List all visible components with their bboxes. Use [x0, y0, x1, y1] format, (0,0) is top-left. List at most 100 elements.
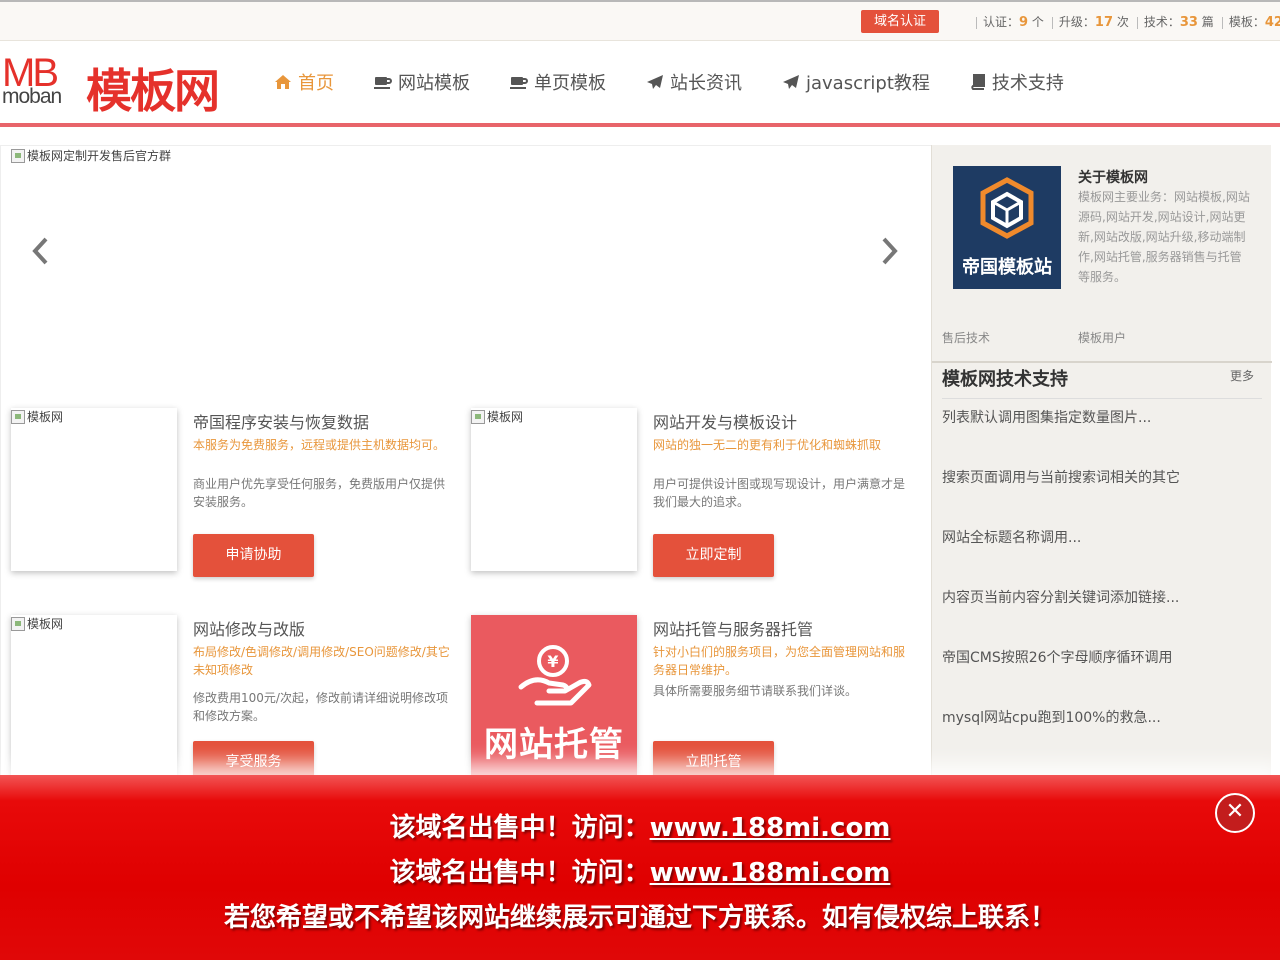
logo-cn: 模板网: [86, 64, 220, 118]
hosting-image-text: 网站托管: [484, 725, 624, 765]
divider: [1051, 16, 1053, 29]
nav-label: javascript教程: [806, 73, 930, 94]
site-stats: 认证：9 个升级：17 次技术：33 篇模板：42 套: [976, 13, 1280, 30]
article-link[interactable]: 内容页当前内容分割关键词添加链接...: [942, 588, 1182, 609]
stat-label: 升级：: [1058, 15, 1095, 29]
nav-website-templates[interactable]: 网站模板: [374, 69, 470, 95]
divider: [976, 16, 977, 29]
support-heading: 模板网技术支持: [942, 369, 1068, 390]
nav-single-page-templates[interactable]: 单页模板: [510, 69, 606, 95]
yuan-hand-icon: ¥: [518, 645, 592, 706]
cube-logo-icon: [980, 177, 1034, 239]
hosting-thumb[interactable]: ¥ 网站托管: [471, 615, 637, 778]
paper-plane-icon: [647, 75, 663, 89]
stat-templates: 模板：42 套: [1228, 15, 1280, 30]
stat-certify: 认证：9 个: [983, 15, 1044, 30]
banner-alt-text: 模板网定制开发售后官方群: [27, 149, 172, 163]
service-card: 模板网 帝国程序安装与恢复数据 本服务为免费服务，远程或提供主机数据均可。 商业…: [11, 408, 461, 598]
nav-label: 首页: [298, 73, 334, 94]
stat-label: 认证：: [983, 15, 1020, 29]
thumb-alt-text: 模板网: [27, 617, 64, 631]
service-subtitle: 本服务为免费服务，远程或提供主机数据均可。: [193, 438, 446, 452]
domain-certify-button[interactable]: 域名认证: [861, 10, 939, 33]
home-icon: [275, 75, 291, 89]
sale-url-link[interactable]: www.188mi.com: [650, 813, 891, 843]
chevron-left-icon[interactable]: [29, 236, 53, 266]
thumb-alt: 模板网: [11, 408, 63, 425]
stat-upgrade: 升级：17 次: [1058, 15, 1129, 30]
service-description: 商业用户优先享受任何服务，免费版用户仅提供安装服务。: [193, 477, 446, 509]
stat-value: 33: [1179, 15, 1198, 30]
main-nav: 首页 网站模板 单页模板 站长资讯 javascript教程 技术支持: [274, 69, 1104, 95]
nav-tech-support[interactable]: 技术支持: [970, 69, 1064, 95]
sale-line: 该域名出售中！访问：www.188mi.com: [0, 807, 1280, 844]
stat-label: 模板：: [1228, 15, 1265, 29]
thumb-alt-text: 模板网: [487, 410, 524, 424]
service-title[interactable]: 网站托管与服务器托管: [653, 616, 813, 640]
about-title: 关于模板网: [1078, 170, 1148, 186]
thumb-alt: 模板网: [11, 615, 63, 632]
nav-javascript-tutorial[interactable]: javascript教程: [782, 69, 930, 95]
service-thumb[interactable]: 模板网: [11, 408, 177, 571]
svg-text:¥: ¥: [547, 652, 558, 671]
site-logo[interactable]: MB moban 模板网: [2, 51, 234, 118]
about-image-label: 帝国模板站: [962, 257, 1052, 278]
banner-image[interactable]: 模板网定制开发售后官方群: [11, 147, 171, 164]
coffee-cup-icon: [374, 77, 392, 89]
about-text: 模板网主要业务：网站模板,网站源码,网站开发,网站设计,网站更新,网站改版,网站…: [1078, 190, 1250, 284]
chevron-right-icon[interactable]: [877, 236, 901, 266]
stat-unit: 次: [1116, 15, 1129, 29]
stat-tech: 技术：33 篇: [1144, 15, 1214, 30]
link-template-users[interactable]: 模板用户: [1078, 329, 1126, 346]
coffee-cup-icon: [510, 77, 528, 89]
service-description: 具体所需要服务细节请联系我们详谈。: [653, 684, 858, 698]
service-title[interactable]: 网站开发与模板设计: [653, 409, 797, 433]
custom-order-button[interactable]: 立即定制: [653, 534, 774, 577]
stat-value: 17: [1094, 15, 1114, 30]
broken-image-icon: [11, 409, 25, 424]
service-description: 修改费用100元/次起，修改前请详细说明修改项和修改方案。: [193, 691, 448, 723]
service-subtitle: 针对小白们的服务项目，为您全面管理网站和服务器日常维护。: [653, 645, 906, 677]
sale-prefix: 该域名出售中！访问：: [389, 858, 650, 888]
article-link[interactable]: 网站全标题名称调用...: [942, 528, 1182, 549]
divider: [1136, 16, 1138, 29]
stat-value: 42: [1264, 15, 1280, 30]
main-content: 模板网定制开发售后官方群 模板网 帝国程序安装与恢复数据 本服务为免费服务，远程…: [0, 145, 931, 785]
service-description: 用户可提供设计图或现写现设计，用户满意才是我们最大的追求。: [653, 477, 906, 509]
service-title[interactable]: 帝国程序安装与恢复数据: [193, 409, 369, 433]
nav-home[interactable]: 首页: [274, 69, 334, 95]
nav-label: 站长资讯: [670, 73, 742, 94]
site-header: MB moban 模板网 首页 网站模板 单页模板 站长资讯 javascrip…: [0, 41, 1280, 127]
stat-unit: 篇: [1201, 15, 1214, 29]
logo-moban: moban: [2, 85, 62, 108]
broken-image-icon: [11, 616, 25, 631]
service-title[interactable]: 网站修改与改版: [193, 616, 305, 640]
article-link[interactable]: 帝国CMS按照26个字母顺序循环调用信息...: [942, 648, 1182, 669]
sale-line: 该域名出售中！访问：www.188mi.com: [0, 852, 1280, 889]
stat-value: 9: [1019, 15, 1029, 30]
service-card: 模板网 网站开发与模板设计 网站的独一无二的更有利于优化和蜘蛛抓取 用户可提供设…: [471, 408, 921, 598]
sale-prefix: 该域名出售中！访问：: [389, 813, 650, 843]
nav-label: 技术支持: [991, 73, 1064, 94]
broken-image-icon: [11, 148, 25, 163]
sale-notice: 若您希望或不希望该网站继续展示可通过下方联系。如有侵权综上联系！: [223, 903, 1056, 933]
about-image[interactable]: 帝国模板站: [953, 166, 1061, 289]
link-after-sales[interactable]: 售后技术: [942, 329, 990, 346]
divider: [1221, 16, 1223, 29]
request-help-button[interactable]: 申请协助: [193, 534, 314, 577]
sidebar: 帝国模板站 关于模板网 模板网主要业务：网站模板,网站源码,网站开发,网站设计,…: [931, 145, 1272, 785]
article-link[interactable]: mysql网站cpu跑到100%的救急...: [942, 708, 1182, 729]
nav-webmaster-news[interactable]: 站长资讯: [646, 69, 742, 95]
sale-url-link[interactable]: www.188mi.com: [650, 858, 891, 888]
service-subtitle: 布局修改/色调修改/调用修改/SEO问题修改/其它未知项修改: [193, 645, 450, 677]
service-thumb[interactable]: 模板网: [11, 615, 177, 778]
close-button[interactable]: ✕: [1215, 793, 1255, 833]
book-icon: [971, 74, 985, 90]
domain-sale-banner: 该域名出售中！访问：www.188mi.com 该域名出售中！访问：www.18…: [0, 775, 1280, 960]
service-thumb[interactable]: 模板网: [471, 408, 637, 571]
article-link[interactable]: 搜索页面调用与当前搜索词相关的其它内容...: [942, 468, 1182, 489]
thumb-alt-text: 模板网: [27, 410, 64, 424]
nav-label: 单页模板: [534, 73, 606, 94]
more-link[interactable]: 更多: [1230, 367, 1254, 384]
article-link[interactable]: 列表默认调用图集指定数量图片...: [942, 408, 1182, 429]
